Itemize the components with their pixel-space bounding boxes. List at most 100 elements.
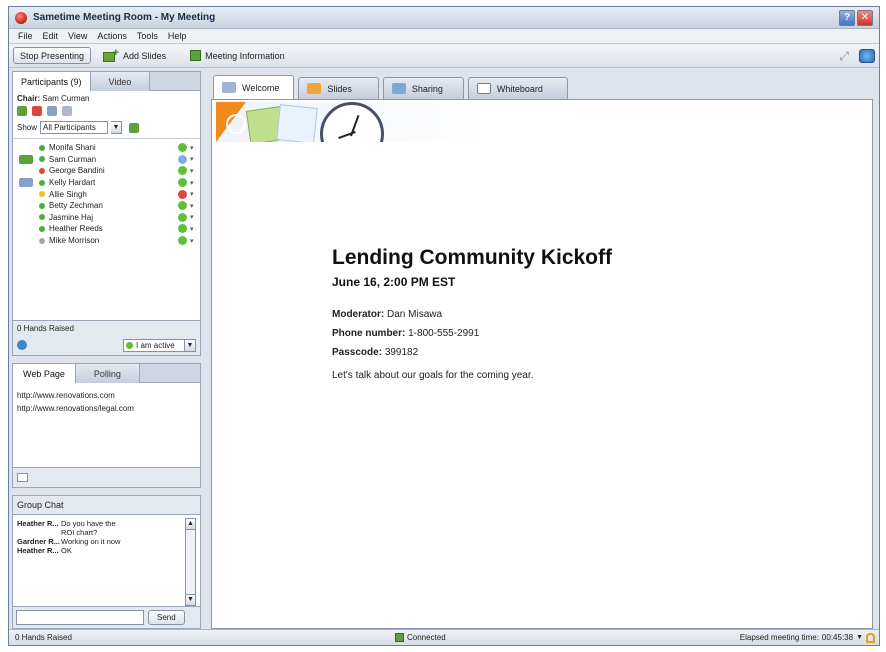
remove-user-icon[interactable] [32,106,42,116]
menu-actions[interactable]: Actions [92,31,132,41]
chevron-down-icon[interactable]: ▾ [190,225,200,233]
chat-scrollbar[interactable]: ▲ ▼ [185,518,196,606]
expand-icon[interactable]: ⤢ [837,49,851,63]
chair-label: Chair: [17,94,41,103]
chevron-down-icon[interactable]: ▼ [111,121,123,134]
scroll-down-icon[interactable]: ▼ [186,594,195,605]
presence-dot-icon [39,156,45,163]
menu-edit[interactable]: Edit [38,31,64,41]
presence-dot-icon [39,191,45,198]
tab-video[interactable]: Video [90,72,151,91]
close-icon[interactable]: ✕ [857,9,873,26]
chevron-down-icon[interactable]: ▼ [856,634,863,641]
audio-status-icon[interactable] [178,166,187,176]
chat-text: OK [61,546,72,555]
chevron-down-icon[interactable]: ▾ [190,179,200,187]
active-status-select[interactable]: I am active [123,338,185,352]
chevron-down-icon[interactable]: ▼ [185,338,196,352]
participants-tabs: Participants (9) Video [13,72,200,91]
chat-message: Heather R... Do you have the ROI chart? [17,519,196,537]
welcome-icon [222,82,236,93]
tab-slides[interactable]: Slides [298,77,379,99]
participants-panel: Participants (9) Video Chair: Sam Curman… [12,71,201,356]
chevron-down-icon[interactable]: ▾ [190,213,200,221]
chat-message: Heather R... OK [17,546,196,555]
tab-sharing[interactable]: Sharing [382,77,464,99]
presence-dot-icon [39,237,45,244]
chevron-down-icon[interactable]: ▾ [190,190,200,198]
audio-status-icon[interactable] [178,178,187,188]
meeting-information-button[interactable]: Meeting Information [190,50,285,61]
show-filter-select[interactable]: All Participants [40,121,109,134]
chat-input[interactable] [16,610,144,625]
tab-whiteboard[interactable]: Whiteboard [467,77,568,99]
group-icon[interactable] [129,122,140,133]
participant-row[interactable]: Betty Zechman ▾ [13,200,200,212]
stop-presenting-button[interactable]: Stop Presenting [13,47,92,64]
send-button[interactable]: Send [148,610,185,625]
participant-row[interactable]: Mike Morrison ▾ [13,235,200,247]
scroll-up-icon[interactable]: ▲ [186,519,195,530]
participant-row[interactable]: Jasmine Haj ▾ [13,212,200,224]
chevron-down-icon[interactable]: ▾ [190,167,200,175]
participant-row[interactable]: Heather Reeds ▾ [13,223,200,235]
menu-help[interactable]: Help [163,31,192,41]
participant-name: Jasmine Haj [49,212,94,222]
participant-row[interactable]: Allie Singh ▾ [13,188,200,200]
audio-status-icon[interactable] [178,236,187,246]
chevron-down-icon[interactable]: ▾ [190,144,200,152]
menu-tools[interactable]: Tools [132,31,163,41]
tab-welcome-label: Welcome [242,82,280,93]
menu-view[interactable]: View [63,31,92,41]
menu-file[interactable]: File [13,31,38,41]
add-slides-icon [103,47,119,62]
meeting-agenda: Let's talk about our goals for the comin… [332,370,534,381]
chair-name: Sam Curman [42,94,90,103]
tab-participants[interactable]: Participants (9) [13,72,91,91]
tab-web-page[interactable]: Web Page [13,364,76,383]
raise-hand-icon[interactable] [17,340,27,350]
chat-text: Do you have the ROI chart? [61,519,116,537]
main-area: Welcome Slides Sharing Whiteboard Lendin… [207,69,877,631]
audio-status-icon[interactable] [178,224,187,234]
audio-status-icon[interactable] [178,201,187,211]
moderate-icon[interactable] [17,106,27,116]
participant-name: Mike Morrison [49,236,100,246]
status-bar: 0 Hands Raised Connected Elapsed meeting… [9,629,879,645]
participant-row[interactable]: George Bandini ▾ [13,165,200,177]
participant-name: Allie Singh [49,189,87,199]
elapsed-value: 00:45:38 [821,633,854,642]
audio-status-icon[interactable] [178,143,187,153]
audio-status-icon[interactable] [178,154,187,164]
help-icon[interactable]: ? [839,9,855,26]
group-chat-title: Group Chat [17,500,64,510]
chevron-down-icon[interactable]: ▾ [190,237,200,245]
participant-row[interactable]: Sam Curman ▾ [13,154,200,166]
pointer-icon[interactable] [47,106,57,116]
user-menu-icon[interactable] [62,106,72,116]
chevron-down-icon[interactable]: ▾ [190,155,200,163]
hands-raised-count: 0 Hands Raised [17,324,74,333]
web-footer [13,467,200,487]
tab-welcome[interactable]: Welcome [213,75,295,99]
web-page-icon[interactable] [17,473,28,482]
passcode-label: Passcode: [332,347,383,358]
url-item[interactable]: http://www.renovations.com [17,389,196,402]
add-slides-button[interactable]: Add Slides [103,47,166,62]
participant-name: George Bandini [49,166,105,176]
participant-row[interactable]: Kelly Hardart ▾ [13,177,200,189]
main-toolbar: Stop Presenting Add Slides Meeting Infor… [9,44,879,68]
web-tabs: Web Page Polling [13,364,200,383]
audio-status-icon[interactable] [178,189,187,199]
bell-icon[interactable] [866,632,875,643]
main-tabs: Welcome Slides Sharing Whiteboard [207,69,877,99]
active-status-row: I am active ▼ [13,335,200,355]
tab-polling[interactable]: Polling [75,364,140,383]
participant-row[interactable]: Monifa Shani ▾ [13,142,200,154]
globe-icon[interactable] [859,48,875,63]
presence-dot-icon [39,179,45,186]
url-item[interactable]: http://www.renovations/legal.com [17,402,196,415]
audio-status-icon[interactable] [178,212,187,222]
presence-dot-icon [39,202,45,209]
chevron-down-icon[interactable]: ▾ [190,202,200,210]
